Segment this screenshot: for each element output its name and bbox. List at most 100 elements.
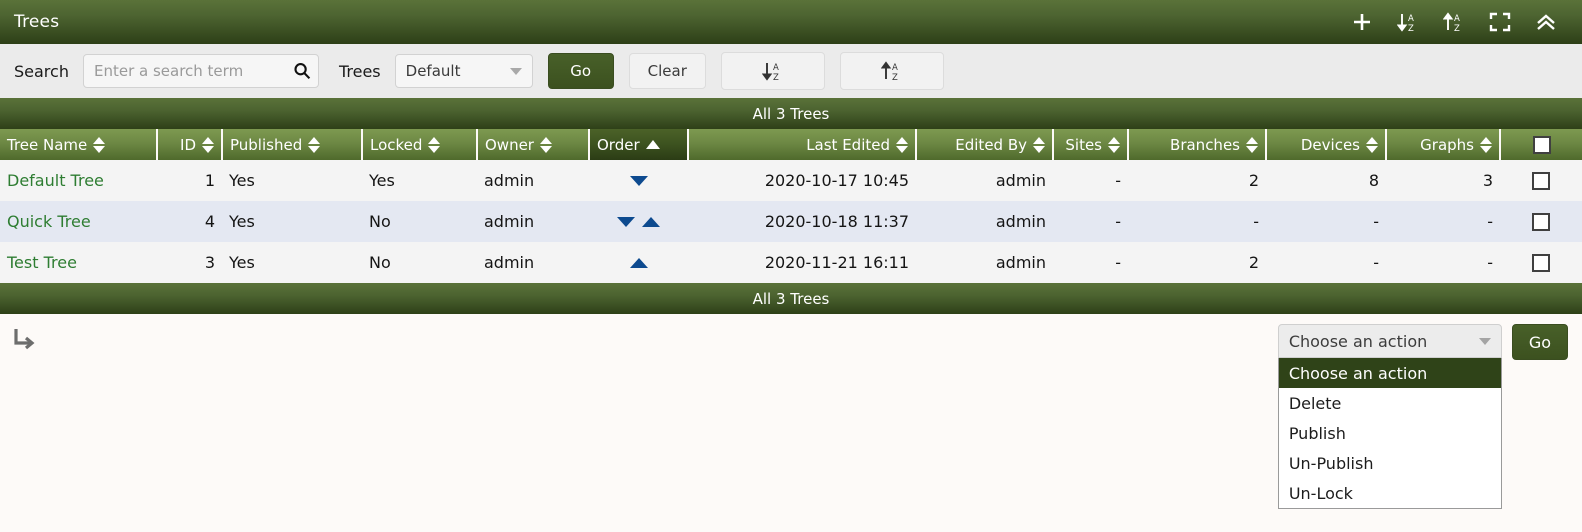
svg-text:A: A	[773, 63, 779, 73]
sort-toggle-icon[interactable]	[1246, 136, 1258, 153]
column-header-devices[interactable]: Devices	[1266, 129, 1387, 160]
cell-published: Yes	[222, 242, 362, 283]
cell-last-edited: 2020-11-21 16:11	[688, 242, 916, 283]
column-header-last-edited[interactable]: Last Edited	[688, 129, 917, 160]
sort-toggle-icon[interactable]	[93, 136, 106, 153]
action-option-delete[interactable]: Delete	[1279, 388, 1501, 418]
table-row: Default Tree 1 Yes Yes admin 2020-10-17 10:45…	[0, 160, 1582, 201]
sort-ascending-active-icon[interactable]	[645, 140, 660, 149]
column-header-select-all[interactable]	[1500, 129, 1582, 160]
sort-toggle-icon[interactable]	[1033, 136, 1045, 153]
trees-table-body: Default Tree 1 Yes Yes admin 2020-10-17 10:45…	[0, 160, 1582, 283]
trees-filter-select[interactable]: Default	[394, 54, 533, 88]
table-row: Quick Tree 4 Yes No admin 2020-10-18 11:37 adm…	[0, 201, 1582, 242]
sort-toggle-icon[interactable]	[896, 136, 908, 153]
sort-toggle-icon[interactable]	[202, 136, 214, 153]
page-title: Trees	[14, 12, 60, 32]
cell-owner: admin	[477, 201, 589, 242]
svg-text:Z: Z	[892, 73, 898, 82]
action-option-un-lock[interactable]: Un-Lock	[1279, 478, 1501, 508]
column-header-label: Edited By	[955, 135, 1027, 154]
sort-toggle-icon[interactable]	[428, 136, 441, 153]
column-header-id[interactable]: ID	[157, 129, 223, 160]
column-header-label: Locked	[370, 135, 423, 154]
sort-descending-icon[interactable]: A Z	[1396, 10, 1420, 34]
move-down-icon[interactable]	[629, 175, 648, 186]
search-input[interactable]	[82, 54, 319, 88]
chevron-down-icon	[509, 67, 522, 75]
sort-toggle-icon[interactable]	[308, 136, 321, 153]
cell-locked: No	[362, 242, 477, 283]
move-up-icon[interactable]	[642, 216, 660, 227]
sort-ascending-icon[interactable]: A Z	[1442, 10, 1466, 34]
search-label: Search	[14, 61, 69, 81]
search-icon[interactable]	[293, 62, 311, 80]
action-go-button[interactable]: Go	[1511, 324, 1568, 360]
cell-edited-by: admin	[916, 201, 1053, 242]
tree-name-link[interactable]: Test Tree	[7, 253, 77, 272]
cell-select	[1500, 242, 1582, 283]
column-header-label: Sites	[1065, 135, 1102, 154]
search-toolbar: Search Trees Default Go Clear A Z	[0, 44, 1582, 98]
results-count-bottom: All 3 Trees	[0, 283, 1582, 314]
cell-devices: -	[1266, 242, 1386, 283]
column-header-edited-by[interactable]: Edited By	[916, 129, 1054, 160]
cell-devices: -	[1266, 201, 1386, 242]
cell-last-edited: 2020-10-18 11:37	[688, 201, 916, 242]
sort-descending-button[interactable]: A Z	[720, 52, 825, 90]
cell-published: Yes	[222, 160, 362, 201]
column-header-label: Published	[230, 135, 303, 154]
row-select-checkbox[interactable]	[1532, 172, 1550, 191]
add-icon[interactable]	[1350, 10, 1374, 34]
column-header-label: Order	[597, 135, 640, 154]
sort-toggle-icon[interactable]	[539, 136, 552, 153]
cell-sites: -	[1053, 242, 1128, 283]
column-header-owner[interactable]: Owner	[477, 129, 590, 160]
sort-toggle-icon[interactable]	[1108, 136, 1120, 153]
cell-order	[589, 201, 688, 242]
cell-id: 3	[157, 242, 222, 283]
cell-edited-by: admin	[916, 242, 1053, 283]
cell-order	[589, 242, 688, 283]
sort-toggle-icon[interactable]	[1366, 136, 1378, 153]
cell-owner: admin	[477, 242, 589, 283]
column-header-branches[interactable]: Branches	[1128, 129, 1267, 160]
sort-ascending-button[interactable]: A Z	[839, 52, 944, 90]
expand-icon[interactable]	[1488, 10, 1512, 34]
trees-filter-value: Default	[405, 62, 461, 80]
column-header-order[interactable]: Order	[589, 129, 689, 160]
action-option-choose-an-action[interactable]: Choose an action	[1278, 358, 1501, 388]
move-up-icon[interactable]	[629, 257, 648, 268]
action-option-un-publish[interactable]: Un-Publish	[1279, 448, 1501, 478]
action-option-publish[interactable]: Publish	[1279, 418, 1501, 448]
cell-sites: -	[1053, 201, 1128, 242]
cell-sites: -	[1053, 160, 1128, 201]
go-button[interactable]: Go	[547, 53, 614, 89]
cell-locked: No	[362, 201, 477, 242]
column-header-published[interactable]: Published	[222, 129, 363, 160]
select-all-checkbox[interactable]	[1532, 135, 1551, 154]
move-down-icon[interactable]	[617, 216, 635, 227]
svg-text:A: A	[1408, 14, 1414, 24]
column-header-graphs[interactable]: Graphs	[1386, 129, 1501, 160]
trees-filter-select-wrapper: Default	[394, 54, 533, 88]
column-header-label: Owner	[485, 135, 534, 154]
column-header-label: Devices	[1300, 135, 1360, 154]
cell-locked: Yes	[362, 160, 477, 201]
tree-name-link[interactable]: Default Tree	[7, 171, 104, 190]
tree-name-link[interactable]: Quick Tree	[7, 212, 91, 231]
cell-graphs: -	[1386, 201, 1500, 242]
action-select[interactable]: Choose an action	[1277, 324, 1502, 358]
row-select-checkbox[interactable]	[1532, 254, 1550, 273]
column-header-locked[interactable]: Locked	[362, 129, 478, 160]
row-select-checkbox[interactable]	[1532, 213, 1550, 232]
sort-toggle-icon[interactable]	[1480, 136, 1492, 153]
cell-tree-name: Test Tree	[0, 242, 157, 283]
clear-button[interactable]: Clear	[628, 53, 706, 89]
column-header-tree-name[interactable]: Tree Name	[0, 129, 158, 160]
trees-page: Trees A Z A Z Search Enter a search term…	[0, 0, 1582, 532]
table-header-row: Tree Name ID Published Locked Owner Order Last…	[0, 129, 1582, 160]
cell-tree-name: Default Tree	[0, 160, 157, 201]
collapse-icon[interactable]	[1534, 10, 1558, 34]
column-header-sites[interactable]: Sites	[1053, 129, 1129, 160]
